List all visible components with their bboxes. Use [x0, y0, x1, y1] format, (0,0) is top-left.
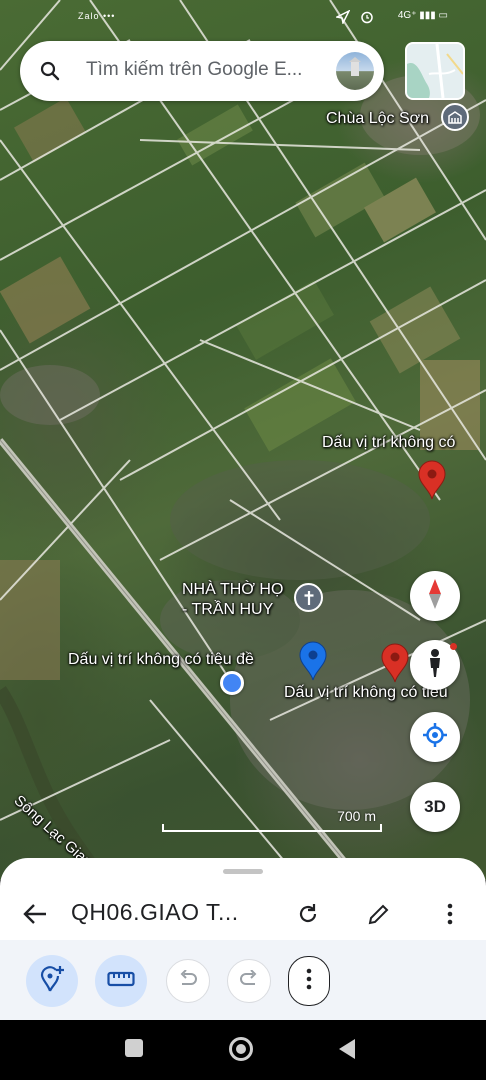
- compass-button[interactable]: [410, 571, 460, 621]
- sheet-title: QH06.GIAO T...: [71, 899, 239, 925]
- more-vert-icon[interactable]: [446, 903, 454, 930]
- 3d-label: 3D: [424, 797, 446, 816]
- nav-home-icon[interactable]: [229, 1037, 253, 1061]
- back-arrow-icon[interactable]: [22, 902, 48, 931]
- status-bar: Zalo ••• 4G⁺ ▮▮▮ ▭: [0, 0, 486, 36]
- add-location-icon: [39, 965, 65, 998]
- alarm-icon: [360, 10, 374, 27]
- my-location-icon: [422, 722, 448, 753]
- search-bar[interactable]: Tìm kiếm trên Google E...: [20, 41, 384, 101]
- ruler-icon: [107, 971, 135, 992]
- location-arrow-icon: [334, 9, 351, 27]
- compass-icon: [426, 578, 444, 615]
- measure-distance-button[interactable]: [95, 955, 147, 1007]
- label-pin-left[interactable]: Dấu vị trí không có tiêu đề: [68, 651, 254, 669]
- current-location-dot: [220, 671, 244, 695]
- scale-label: 700 m: [337, 808, 376, 824]
- label-chua-loc-son[interactable]: Chùa Lộc Sơn: [326, 110, 429, 128]
- place-of-worship-icon[interactable]: [441, 103, 469, 131]
- edit-icon[interactable]: [367, 902, 391, 931]
- red-pin-icon-2[interactable]: [380, 643, 410, 688]
- search-icon: [39, 60, 61, 87]
- nav-back-icon[interactable]: [338, 1038, 356, 1065]
- nav-square-icon[interactable]: [125, 1039, 143, 1057]
- drag-handle[interactable]: [223, 869, 263, 874]
- more-tools-button[interactable]: [288, 956, 330, 1006]
- undo-icon: [178, 968, 198, 993]
- add-location-button[interactable]: [26, 955, 78, 1007]
- map-thumbnail[interactable]: [405, 42, 465, 100]
- more-tools-icon: [305, 968, 313, 995]
- avatar[interactable]: [336, 52, 374, 90]
- status-left-text: Zalo •••: [78, 11, 116, 21]
- label-pin-top-right[interactable]: Dấu vị trí không có: [322, 434, 455, 452]
- label-church-line2: - TRẦN HUY: [182, 601, 274, 618]
- pegman-icon: [425, 648, 445, 683]
- label-church-line1: NHÀ THỜ HỌ: [182, 581, 284, 598]
- scale-bar: [162, 824, 382, 832]
- status-right-text: 4G⁺ ▮▮▮ ▭: [397, 10, 448, 21]
- redo-button[interactable]: [227, 959, 271, 1003]
- notification-dot: [450, 643, 457, 650]
- church-cross-icon[interactable]: [294, 583, 323, 612]
- map-scale: 700 m: [162, 808, 382, 838]
- blue-pin-icon[interactable]: [298, 641, 328, 686]
- 3d-toggle-button[interactable]: 3D: [410, 782, 460, 832]
- refresh-icon[interactable]: [296, 902, 320, 931]
- search-input[interactable]: Tìm kiếm trên Google E...: [86, 59, 302, 81]
- my-location-button[interactable]: [410, 712, 460, 762]
- redo-icon: [239, 968, 259, 993]
- undo-button[interactable]: [166, 959, 210, 1003]
- bottom-sheet[interactable]: QH06.GIAO T...: [0, 858, 486, 1020]
- street-view-button[interactable]: [410, 640, 460, 690]
- red-pin-icon[interactable]: [417, 460, 447, 505]
- label-church[interactable]: NHÀ THỜ HỌ - TRẦN HUY: [182, 580, 283, 620]
- system-nav-bar: [0, 1020, 486, 1080]
